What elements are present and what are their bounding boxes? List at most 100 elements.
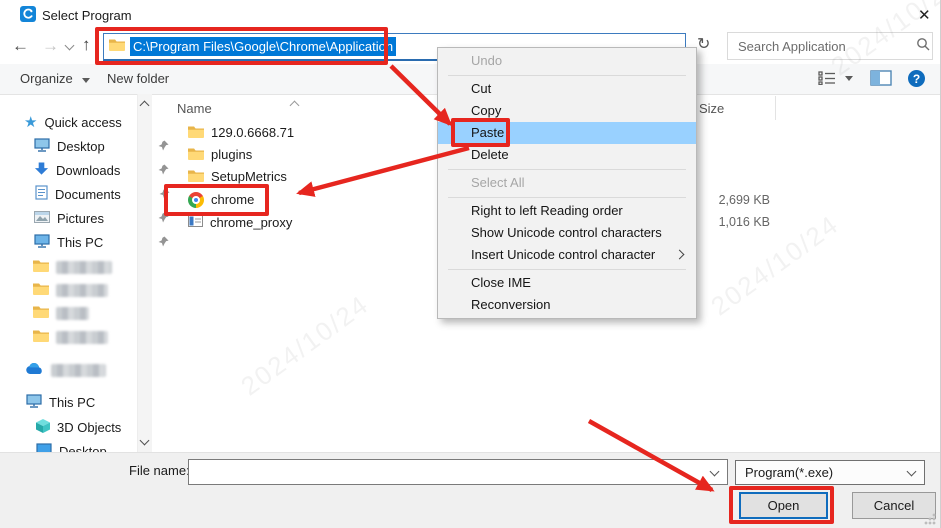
picture-icon bbox=[34, 211, 50, 226]
organize-button[interactable]: Organize bbox=[20, 71, 90, 86]
redacted-label bbox=[56, 307, 89, 320]
change-view-icon[interactable] bbox=[818, 71, 836, 90]
up-button[interactable]: ↑ bbox=[82, 36, 91, 53]
menu-item-paste[interactable]: Paste bbox=[438, 122, 696, 144]
computer-icon bbox=[26, 394, 42, 411]
folder-icon bbox=[109, 38, 125, 56]
file-name-combobox[interactable] bbox=[188, 459, 728, 485]
search-icon[interactable] bbox=[916, 37, 930, 56]
sidebar-item-label: 3D Objects bbox=[57, 420, 121, 435]
file-name: plugins bbox=[211, 147, 252, 162]
sidebar-item-label: This PC bbox=[57, 235, 103, 250]
pin-icon bbox=[158, 235, 169, 250]
menu-item-label: Insert Unicode control character bbox=[471, 247, 655, 262]
sidebar-item-label: Downloads bbox=[56, 163, 120, 178]
close-icon[interactable]: ✕ bbox=[918, 6, 931, 24]
chevron-down-icon bbox=[907, 466, 917, 476]
menu-item-delete[interactable]: Delete bbox=[438, 144, 696, 166]
file-row-chrome-proxy[interactable]: chrome_proxy bbox=[188, 212, 292, 233]
menu-separator bbox=[448, 169, 686, 170]
view-options-chevron-icon[interactable] bbox=[845, 76, 853, 81]
sidebar-item-this-pc-pinned[interactable]: This PC bbox=[34, 232, 103, 252]
new-folder-button[interactable]: New folder bbox=[107, 71, 169, 86]
watermark: 2024/10/24 bbox=[235, 289, 375, 402]
menu-separator bbox=[448, 269, 686, 270]
sidebar-item-quick-access[interactable]: ★ Quick access bbox=[24, 112, 122, 132]
column-header-name[interactable]: Name bbox=[177, 101, 212, 116]
redacted-label bbox=[56, 331, 108, 344]
menu-separator bbox=[448, 75, 686, 76]
pin-icon bbox=[158, 211, 169, 226]
sidebar-item-downloads[interactable]: Downloads bbox=[34, 160, 120, 180]
menu-item-cut[interactable]: Cut bbox=[438, 78, 696, 100]
sidebar-item-pictures[interactable]: Pictures bbox=[34, 208, 104, 228]
file-row-folder[interactable]: plugins bbox=[188, 144, 252, 165]
scroll-up-icon[interactable] bbox=[140, 101, 150, 111]
redacted-label bbox=[51, 364, 106, 377]
address-path-selected-text[interactable]: C:\Program Files\Google\Chrome\Applicati… bbox=[130, 37, 396, 56]
file-type-value: Program(*.exe) bbox=[745, 465, 833, 480]
sidebar-item-3d-objects[interactable]: 3D Objects bbox=[36, 417, 121, 437]
help-icon[interactable]: ? bbox=[908, 70, 925, 87]
sidebar-item-this-pc[interactable]: This PC bbox=[26, 392, 95, 412]
sort-ascending-icon bbox=[290, 101, 300, 111]
folder-icon bbox=[33, 305, 49, 321]
menu-item-close-ime[interactable]: Close IME bbox=[438, 272, 696, 294]
file-row-chrome[interactable]: chrome bbox=[188, 189, 254, 210]
sidebar-item-redacted[interactable] bbox=[33, 303, 89, 323]
sidebar-item-redacted[interactable] bbox=[33, 327, 108, 347]
file-name: SetupMetrics bbox=[211, 169, 287, 184]
forward-button[interactable]: → bbox=[42, 37, 59, 54]
file-row-folder[interactable]: SetupMetrics bbox=[188, 166, 287, 187]
sidebar-item-label: Quick access bbox=[44, 115, 121, 130]
file-name: 129.0.6668.71 bbox=[211, 125, 294, 140]
file-name-input[interactable] bbox=[188, 459, 728, 485]
column-divider[interactable] bbox=[775, 96, 776, 120]
folder-icon bbox=[33, 329, 49, 345]
submenu-chevron-icon bbox=[675, 250, 685, 260]
file-size: 2,699 KB bbox=[698, 193, 770, 207]
search-input[interactable] bbox=[736, 38, 916, 55]
file-name: chrome_proxy bbox=[210, 215, 292, 230]
open-button[interactable]: Open bbox=[739, 492, 828, 519]
resize-grip[interactable] bbox=[924, 513, 936, 525]
file-row-folder[interactable]: 129.0.6668.71 bbox=[188, 122, 294, 143]
organize-label: Organize bbox=[20, 71, 73, 86]
menu-item-copy[interactable]: Copy bbox=[438, 100, 696, 122]
menu-item-reconversion[interactable]: Reconversion bbox=[438, 294, 696, 316]
folder-icon bbox=[188, 125, 204, 141]
menu-item-undo[interactable]: Undo bbox=[438, 50, 696, 72]
file-name: chrome bbox=[211, 192, 254, 207]
folder-icon bbox=[33, 259, 49, 275]
folder-icon bbox=[188, 169, 204, 185]
sidebar-item-redacted[interactable] bbox=[33, 257, 112, 277]
sidebar-item-desktop[interactable]: Desktop bbox=[34, 136, 105, 156]
redacted-label bbox=[56, 284, 108, 297]
refresh-icon[interactable]: ↻ bbox=[697, 37, 710, 53]
menu-item-select-all[interactable]: Select All bbox=[438, 172, 696, 194]
menu-item-show-unicode[interactable]: Show Unicode control characters bbox=[438, 222, 696, 244]
star-icon: ★ bbox=[24, 113, 37, 131]
sidebar-item-redacted[interactable] bbox=[33, 280, 108, 300]
document-icon bbox=[35, 185, 48, 203]
file-name-label: File name: bbox=[129, 463, 190, 478]
sidebar-item-documents[interactable]: Documents bbox=[35, 184, 121, 204]
chrome-icon bbox=[188, 192, 204, 208]
dialog-footer: File name: Program(*.exe) Open Cancel bbox=[0, 452, 941, 528]
scroll-down-icon[interactable] bbox=[140, 436, 150, 446]
sidebar-item-label: Desktop bbox=[57, 139, 105, 154]
preview-pane-icon[interactable] bbox=[870, 70, 892, 91]
sidebar-item-onedrive-redacted[interactable] bbox=[25, 360, 106, 380]
menu-item-rtl-reading-order[interactable]: Right to left Reading order bbox=[438, 200, 696, 222]
menu-item-insert-unicode[interactable]: Insert Unicode control character bbox=[438, 244, 696, 266]
recent-locations-chevron-icon[interactable] bbox=[65, 41, 75, 51]
cloud-icon bbox=[25, 362, 44, 378]
back-button[interactable]: ← bbox=[12, 37, 29, 54]
pin-icon bbox=[158, 139, 169, 154]
file-type-select[interactable]: Program(*.exe) bbox=[735, 460, 925, 485]
redacted-label bbox=[56, 261, 112, 274]
sidebar-scrollbar[interactable] bbox=[137, 94, 152, 452]
folder-icon bbox=[188, 147, 204, 163]
search-box[interactable] bbox=[727, 32, 933, 60]
column-header-size[interactable]: Size bbox=[699, 101, 724, 116]
